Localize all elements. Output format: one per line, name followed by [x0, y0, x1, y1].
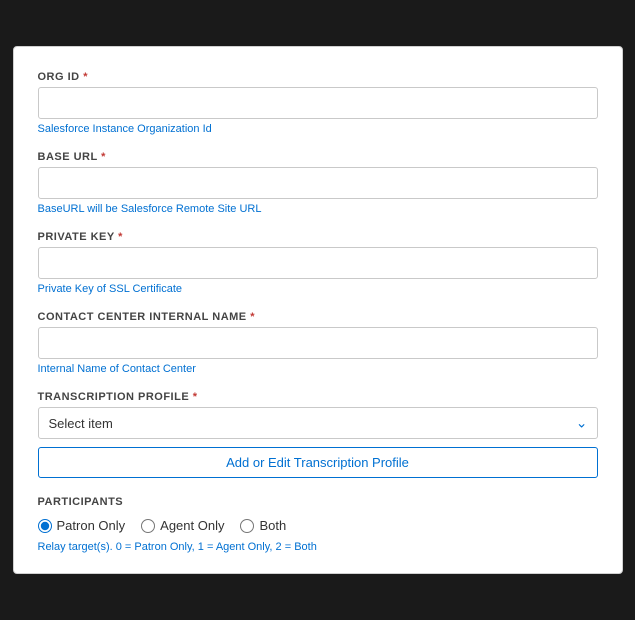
required-star: * — [83, 71, 88, 83]
org-id-label: ORG ID * — [38, 71, 598, 83]
add-edit-transcription-button[interactable]: Add or Edit Transcription Profile — [38, 447, 598, 478]
org-id-group: ORG ID * Salesforce Instance Organizatio… — [38, 71, 598, 135]
participants-section: PARTICIPANTS Patron Only Agent Only Both… — [38, 496, 598, 553]
private-key-input[interactable] — [38, 247, 598, 279]
settings-card: ORG ID * Salesforce Instance Organizatio… — [13, 46, 623, 574]
both-radio[interactable] — [240, 519, 254, 533]
patron-only-radio-item[interactable]: Patron Only — [38, 518, 126, 533]
agent-only-radio-item[interactable]: Agent Only — [141, 518, 224, 533]
contact-center-input[interactable] — [38, 327, 598, 359]
required-star: * — [250, 311, 255, 323]
base-url-hint: BaseURL will be Salesforce Remote Site U… — [38, 203, 598, 215]
transcription-profile-label: TRANSCRIPTION PROFILE * — [38, 391, 598, 403]
base-url-input[interactable] — [38, 167, 598, 199]
required-star: * — [101, 151, 106, 163]
transcription-profile-select[interactable]: Select item — [38, 407, 598, 439]
org-id-hint: Salesforce Instance Organization Id — [38, 123, 598, 135]
agent-only-label: Agent Only — [160, 518, 224, 533]
contact-center-hint: Internal Name of Contact Center — [38, 363, 598, 375]
contact-center-group: CONTACT CENTER INTERNAL NAME * Internal … — [38, 311, 598, 375]
base-url-label: BASE URL * — [38, 151, 598, 163]
private-key-hint: Private Key of SSL Certificate — [38, 283, 598, 295]
agent-only-radio[interactable] — [141, 519, 155, 533]
participants-label: PARTICIPANTS — [38, 496, 598, 508]
both-label: Both — [259, 518, 286, 533]
contact-center-label: CONTACT CENTER INTERNAL NAME * — [38, 311, 598, 323]
base-url-group: BASE URL * BaseURL will be Salesforce Re… — [38, 151, 598, 215]
patron-only-radio[interactable] — [38, 519, 52, 533]
participants-radio-group: Patron Only Agent Only Both — [38, 518, 598, 533]
required-star: * — [118, 231, 123, 243]
transcription-profile-select-wrapper: Select item ⌄ — [38, 407, 598, 439]
both-radio-item[interactable]: Both — [240, 518, 286, 533]
patron-only-label: Patron Only — [57, 518, 126, 533]
relay-hint: Relay target(s). 0 = Patron Only, 1 = Ag… — [38, 541, 598, 553]
private-key-label: PRIVATE KEY * — [38, 231, 598, 243]
private-key-group: PRIVATE KEY * Private Key of SSL Certifi… — [38, 231, 598, 295]
transcription-profile-group: TRANSCRIPTION PROFILE * Select item ⌄ Ad… — [38, 391, 598, 478]
org-id-input[interactable] — [38, 87, 598, 119]
required-star: * — [193, 391, 198, 403]
